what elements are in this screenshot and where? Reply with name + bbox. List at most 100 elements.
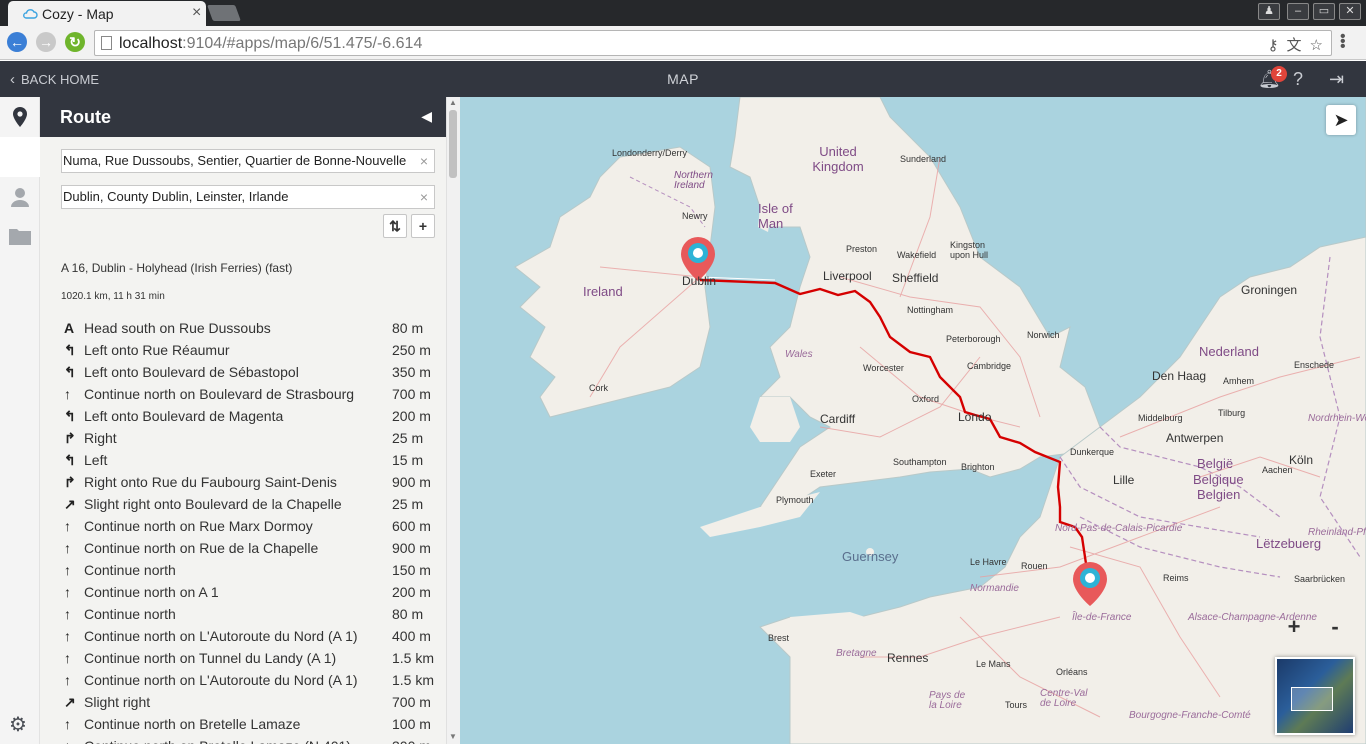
- route-step-text: Left onto Boulevard de Magenta: [84, 408, 284, 424]
- folder-icon[interactable]: [0, 216, 40, 256]
- route-step[interactable]: ↗ Slight right 700 m: [61, 691, 441, 713]
- route-step-distance: 100 m: [392, 716, 431, 732]
- map-label: Southampton: [893, 457, 947, 467]
- route-step-distance: 300 m: [392, 735, 431, 744]
- swap-route-button[interactable]: ⇅: [383, 214, 407, 238]
- panel-scrollbar-thumb[interactable]: [449, 110, 457, 178]
- map-label: Cambridge: [967, 361, 1012, 371]
- map-label: Köln: [1289, 453, 1314, 467]
- route-step[interactable]: ↑ Continue north on Bretelle Lamaze 100 m: [61, 713, 441, 735]
- map-view[interactable]: Londonderry/Derry Northern Ireland Newry…: [460, 97, 1366, 744]
- route-summary: A 16, Dublin - Holyhead (Irish Ferries) …: [61, 261, 293, 275]
- route-from-input[interactable]: Numa, Rue Dussoubs, Sentier, Quartier de…: [61, 149, 435, 173]
- map-pin-icon[interactable]: [0, 97, 40, 137]
- route-step[interactable]: ↑ Continue north on Rue de la Chapelle 900…: [61, 537, 441, 559]
- turn-arrow-icon: ↰: [64, 408, 76, 424]
- map-label: Dunkerque: [1070, 447, 1115, 457]
- route-step[interactable]: ↑ Continue north on L'Autoroute du Nord (…: [61, 669, 441, 691]
- user-icon[interactable]: [0, 177, 40, 217]
- map-label: United Kingdom: [812, 144, 864, 174]
- turn-arrow-icon: ↰: [64, 364, 76, 380]
- turn-arrow-icon: ↑: [64, 606, 71, 622]
- route-step[interactable]: ↑ Continue north on A 1 200 m: [61, 581, 441, 603]
- new-tab-button[interactable]: [207, 5, 241, 21]
- profile-icon[interactable]: ♟: [1258, 3, 1280, 20]
- clear-to-icon[interactable]: ×: [420, 186, 428, 208]
- map-label: Groningen: [1241, 283, 1298, 297]
- route-step[interactable]: ↑ Continue north on L'Autoroute du Nord (…: [61, 625, 441, 647]
- route-step[interactable]: ↱ Right 25 m: [61, 427, 441, 449]
- turn-arrow-icon: ↱: [64, 430, 76, 446]
- route-step[interactable]: ↰ Left onto Boulevard de Sébastopol 350 m: [61, 361, 441, 383]
- turn-arrow-icon: ↑: [64, 716, 71, 732]
- turn-arrow-icon: ↑: [64, 518, 71, 534]
- route-step[interactable]: ↑ Continue north on Boulevard de Strasbou…: [61, 383, 441, 405]
- close-window-button[interactable]: ✕: [1339, 3, 1361, 20]
- map-label: Rennes: [887, 651, 929, 665]
- map-label: Normandie: [970, 583, 1019, 594]
- logout-icon[interactable]: ⇥: [1329, 69, 1344, 90]
- route-step[interactable]: ↱ Right onto Rue du Faubourg Saint-Denis 9…: [61, 471, 441, 493]
- route-step[interactable]: ↑ Continue north on Tunnel du Landy (A 1)…: [61, 647, 441, 669]
- map-label: Dublin: [682, 274, 717, 288]
- route-step-text: Continue north: [84, 606, 176, 622]
- add-waypoint-button[interactable]: +: [411, 214, 435, 238]
- forward-button[interactable]: →: [36, 32, 56, 52]
- translate-icon[interactable]: 文: [1287, 37, 1302, 54]
- map-label: Bourgogne-Franche-Comté: [1129, 710, 1251, 721]
- route-step[interactable]: ↑ Continue north 150 m: [61, 559, 441, 581]
- tab-close-icon[interactable]: ×: [192, 4, 201, 22]
- route-to-input[interactable]: Dublin, County Dublin, Leinster, Irlande…: [61, 185, 435, 209]
- zoom-out-button[interactable]: -: [1321, 613, 1349, 641]
- app-header: ‹ BACK HOME MAP 🔔︎ ? ⇥: [0, 61, 1366, 97]
- panel-scrollbar[interactable]: [446, 97, 460, 744]
- route-step[interactable]: ↰ Left onto Boulevard de Magenta 200 m: [61, 405, 441, 427]
- route-step[interactable]: ↑ Continue north on Bretelle Lamaze (N 40…: [61, 735, 441, 744]
- scroll-up-icon[interactable]: ▲: [449, 98, 457, 107]
- clear-from-icon[interactable]: ×: [420, 150, 428, 172]
- route-step[interactable]: ↑ Continue north 80 m: [61, 603, 441, 625]
- reload-button[interactable]: ↻: [65, 32, 85, 52]
- star-icon[interactable]: ☆: [1310, 37, 1323, 54]
- locate-arrow-icon[interactable]: ➤: [1326, 105, 1356, 135]
- route-step-distance: 700 m: [392, 694, 431, 710]
- minimize-button[interactable]: –: [1287, 3, 1309, 20]
- map-label: Orléans: [1056, 667, 1088, 677]
- route-step[interactable]: ↗ Slight right onto Boulevard de la Chape…: [61, 493, 441, 515]
- map-label: Le Mans: [976, 659, 1011, 669]
- scroll-down-icon[interactable]: ▼: [449, 732, 457, 741]
- route-step-text: Continue north on A 1: [84, 584, 219, 600]
- map-canvas: [514, 97, 1366, 744]
- turn-arrow-icon: ↑: [64, 628, 71, 644]
- route-step[interactable]: ↰ Left onto Rue Réaumur 250 m: [61, 339, 441, 361]
- restore-button[interactable]: ▭: [1313, 3, 1335, 20]
- browser-tab[interactable]: Cozy - Map ×: [8, 1, 206, 26]
- route-panel-title: Route: [60, 107, 111, 127]
- map-label: Wales: [785, 349, 813, 360]
- route-step[interactable]: ↑ Continue north on Rue Marx Dormoy 600 m: [61, 515, 441, 537]
- route-step-distance: 25 m: [392, 496, 424, 512]
- turn-arrow-icon: ↑: [64, 386, 71, 402]
- address-bar[interactable]: localhost:9104/#apps/map/6/51.475/-6.614…: [94, 30, 1332, 56]
- route-step-distance: 600 m: [392, 518, 431, 534]
- back-button[interactable]: ←: [7, 32, 27, 52]
- map-label: Rouen: [1021, 561, 1048, 571]
- map-label: Newry: [682, 211, 708, 221]
- zoom-in-button[interactable]: +: [1280, 613, 1308, 641]
- url-host: localhost: [119, 35, 183, 52]
- route-step[interactable]: A Head south on Rue Dussoubs 80 m: [61, 317, 441, 339]
- rail-active-tab[interactable]: [0, 137, 40, 177]
- minimap-viewport[interactable]: [1291, 687, 1333, 711]
- map-label: Den Haag: [1152, 369, 1207, 383]
- route-step[interactable]: ↰ Left 15 m: [61, 449, 441, 471]
- minimap[interactable]: [1275, 657, 1355, 735]
- settings-gear-icon[interactable]: ⚙: [9, 712, 27, 737]
- map-label: Tours: [1005, 700, 1028, 710]
- menu-icon[interactable]: • • •: [1340, 29, 1354, 55]
- map-label: Centre-Val de Loire: [1040, 688, 1088, 709]
- key-icon[interactable]: ⚷: [1268, 37, 1279, 54]
- map-label: Peterborough: [946, 334, 1001, 344]
- arrow-right-icon: →: [39, 34, 53, 50]
- help-icon[interactable]: ?: [1293, 69, 1303, 90]
- collapse-caret-icon[interactable]: ◀: [421, 108, 432, 125]
